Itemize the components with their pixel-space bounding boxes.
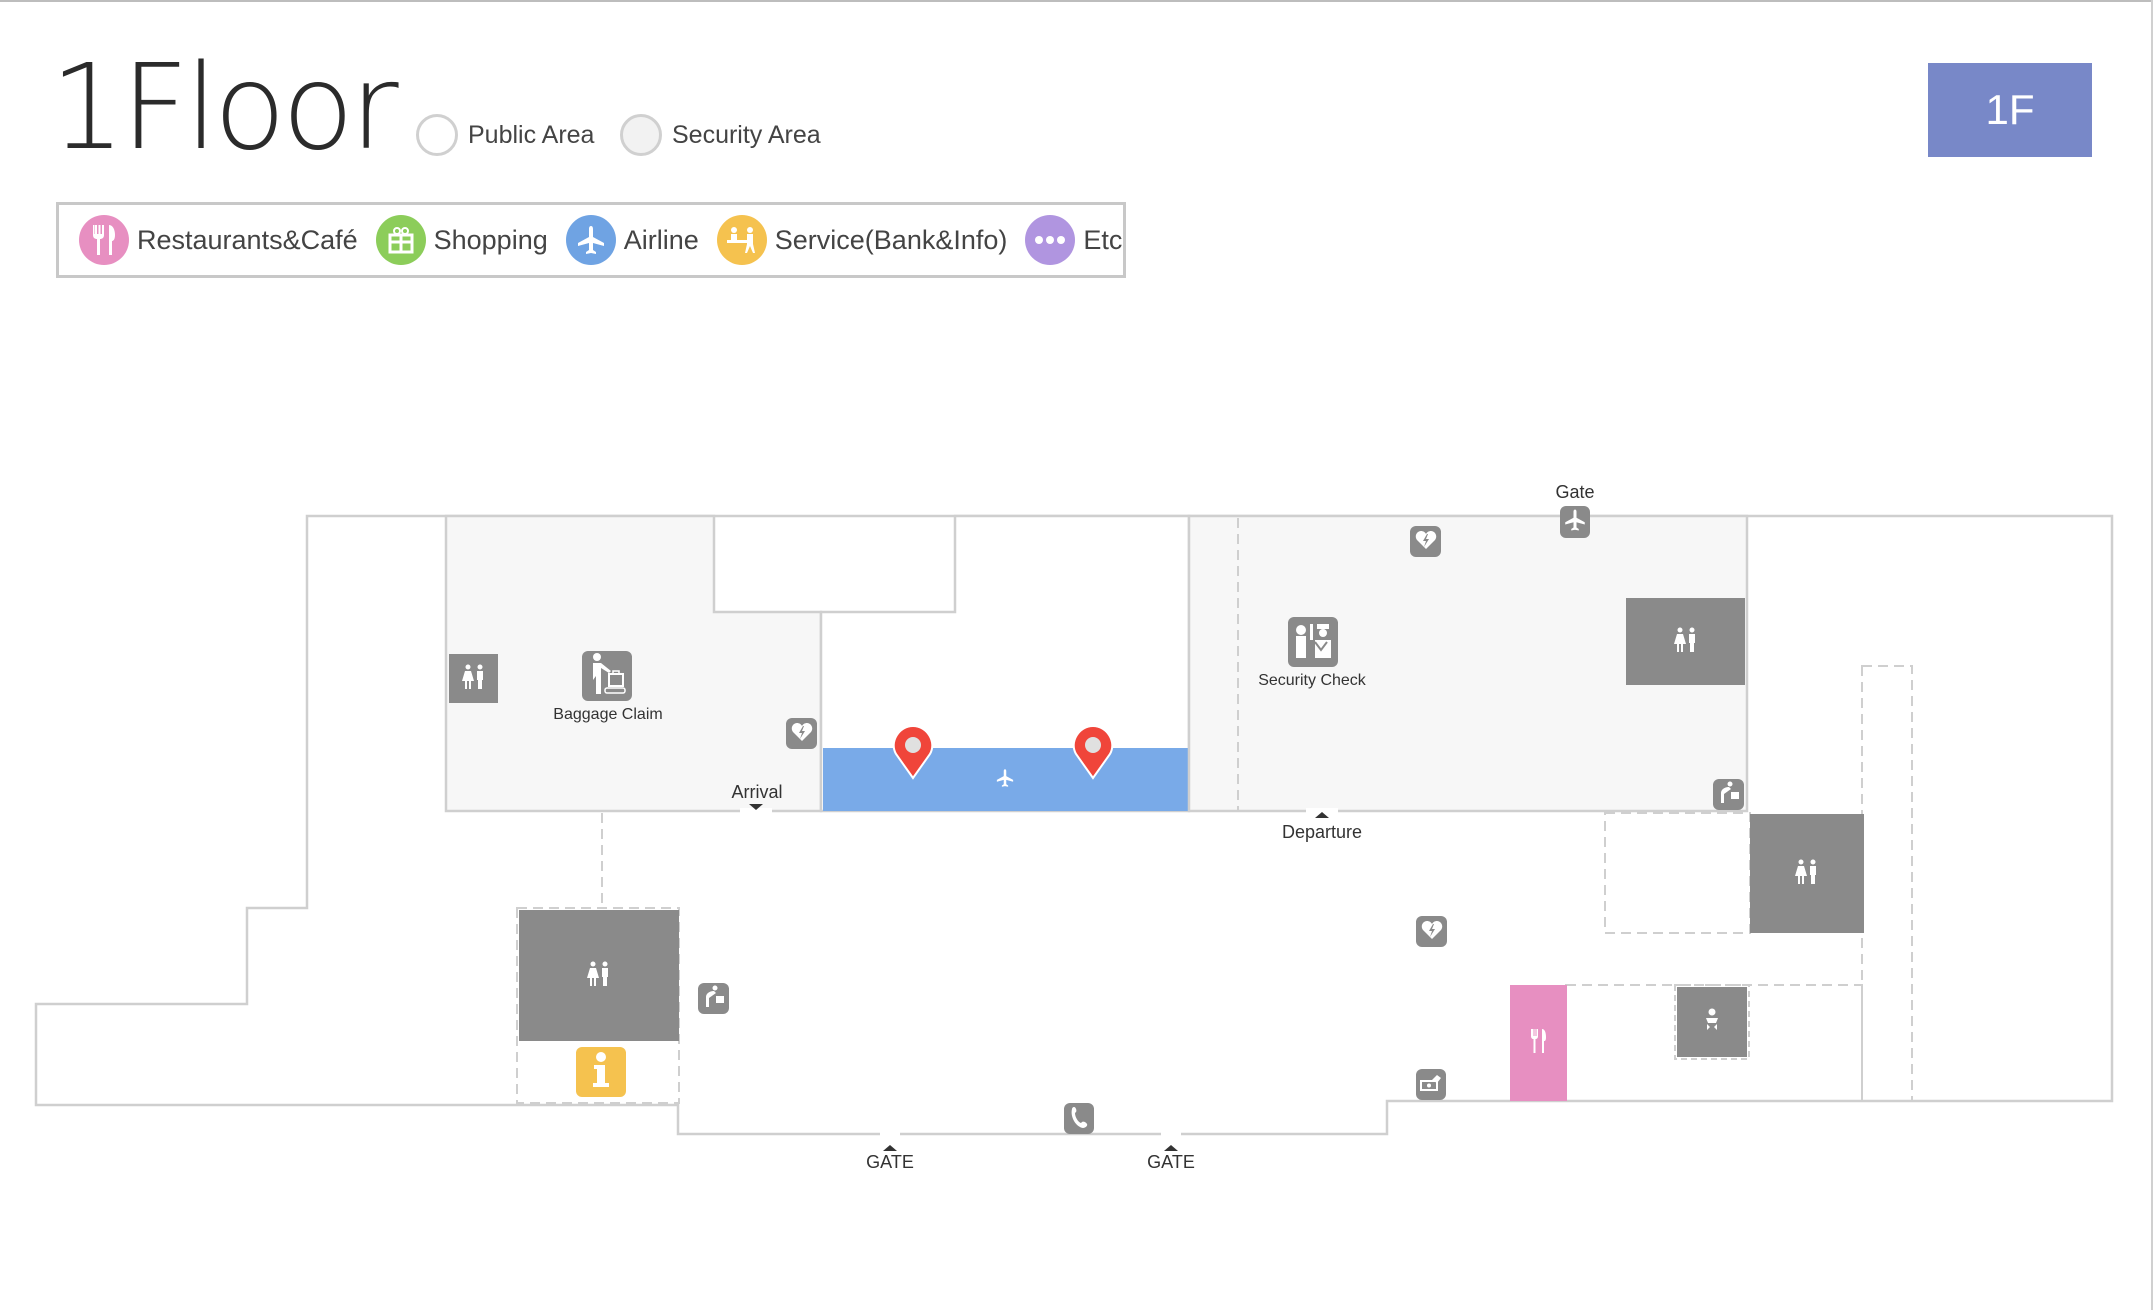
- restroom-icon: [1672, 627, 1700, 657]
- currency-exchange-icon: [1419, 1072, 1443, 1098]
- currency-exchange-poi[interactable]: [1416, 1069, 1446, 1100]
- gate-door-1[interactable]: [880, 1131, 900, 1151]
- airline-area-airplane-icon: [995, 768, 1015, 790]
- gate-bottom-label-1: GATE: [866, 1152, 914, 1172]
- airplane-icon: [1563, 508, 1587, 536]
- phone-icon: [1070, 1105, 1088, 1133]
- gate-poi[interactable]: [1560, 506, 1590, 538]
- fork-knife-icon: [1530, 1028, 1548, 1058]
- aed-baggage[interactable]: [786, 718, 817, 749]
- nursing-room[interactable]: [1677, 987, 1747, 1057]
- info-icon: [586, 1050, 616, 1094]
- gate-bottom-label-2: GATE: [1147, 1152, 1195, 1172]
- drinking-fountain-icon: [702, 985, 726, 1013]
- gate-top-label: Gate: [1555, 482, 1595, 502]
- drinking-fountain-west[interactable]: [698, 983, 729, 1014]
- aed-lobby[interactable]: [1416, 916, 1447, 947]
- restroom-security[interactable]: [1626, 598, 1745, 685]
- telephone-poi[interactable]: [1064, 1103, 1094, 1134]
- restroom-west[interactable]: [519, 910, 679, 1041]
- restroom-east[interactable]: [1750, 814, 1864, 933]
- security-check-label: Security Check: [1258, 672, 1366, 689]
- drinking-fountain-security[interactable]: [1713, 779, 1744, 810]
- baggage-claim-poi[interactable]: [582, 651, 632, 701]
- location-pin-1[interactable]: [892, 724, 934, 780]
- baby-icon: [1703, 1008, 1721, 1036]
- gate-door-2[interactable]: [1161, 1131, 1181, 1151]
- arrival-label: Arrival: [731, 782, 783, 802]
- departure-label: Departure: [1281, 822, 1363, 842]
- restaurant-cafe[interactable]: [1510, 985, 1567, 1101]
- restroom-icon: [1793, 859, 1821, 889]
- aed-icon: [1415, 530, 1437, 554]
- aed-security[interactable]: [1410, 526, 1441, 557]
- aed-icon: [1421, 920, 1443, 944]
- baggage-claim-icon: [587, 652, 627, 700]
- restroom-icon: [460, 664, 488, 694]
- drinking-fountain-icon: [1717, 781, 1741, 809]
- restroom-baggage[interactable]: [449, 654, 498, 703]
- aed-icon: [791, 722, 813, 746]
- security-check-icon: [1293, 620, 1333, 664]
- location-pin-2[interactable]: [1072, 724, 1114, 780]
- information-desk[interactable]: [576, 1047, 626, 1097]
- restroom-icon: [585, 961, 613, 991]
- security-check-poi[interactable]: [1288, 617, 1338, 667]
- baggage-claim-label: Baggage Claim: [553, 706, 663, 723]
